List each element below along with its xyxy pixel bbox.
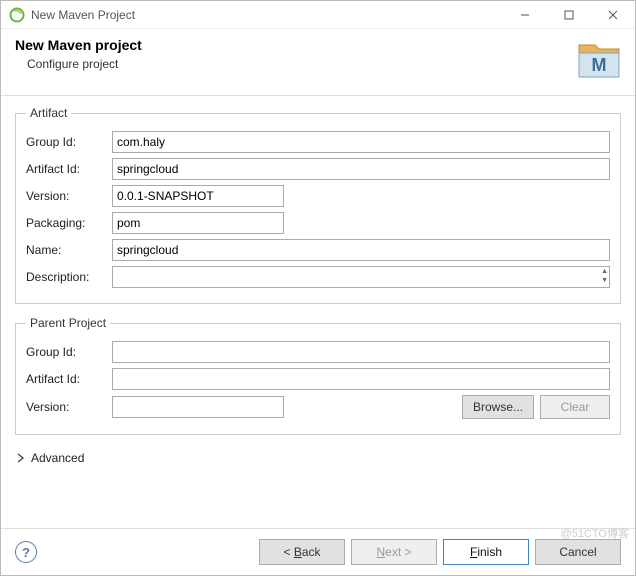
dialog-body: Artifact Group Id: com.haly Artifact Id:… xyxy=(1,95,635,528)
packaging-label: Packaging: xyxy=(26,216,112,230)
artifact-id-field[interactable]: springcloud xyxy=(112,158,610,180)
parent-version-field[interactable] xyxy=(112,396,284,418)
description-field[interactable] xyxy=(112,266,610,288)
packaging-field[interactable]: pom xyxy=(112,212,284,234)
group-id-label: Group Id: xyxy=(26,135,112,149)
back-button[interactable]: < Back xyxy=(259,539,345,565)
maven-wizard-icon xyxy=(9,7,25,23)
clear-button[interactable]: Clear xyxy=(540,395,610,419)
close-button[interactable] xyxy=(591,1,635,29)
titlebar: New Maven Project xyxy=(1,1,635,29)
advanced-expander[interactable]: Advanced xyxy=(15,447,621,471)
dialog-window: New Maven Project New Maven project Conf… xyxy=(0,0,636,576)
minimize-button[interactable] xyxy=(503,1,547,29)
advanced-label: Advanced xyxy=(31,451,84,465)
dialog-footer: ? < Back Next > Finish Cancel @51CTO博客 xyxy=(1,528,635,575)
finish-button[interactable]: Finish xyxy=(443,539,529,565)
page-title: New Maven project xyxy=(15,37,577,53)
chevron-right-icon xyxy=(17,453,25,463)
parent-group-id-label: Group Id: xyxy=(26,345,112,359)
artifact-legend: Artifact xyxy=(26,106,71,120)
description-label: Description: xyxy=(26,270,112,284)
artifact-group: Artifact Group Id: com.haly Artifact Id:… xyxy=(15,106,621,304)
parent-artifact-id-label: Artifact Id: xyxy=(26,372,112,386)
parent-group-id-field[interactable] xyxy=(112,341,610,363)
group-id-field[interactable]: com.haly xyxy=(112,131,610,153)
svg-text:M: M xyxy=(592,55,607,75)
description-stepper[interactable]: ▲▼ xyxy=(601,267,608,285)
name-field[interactable]: springcloud xyxy=(112,239,610,261)
version-label: Version: xyxy=(26,189,112,203)
cancel-button[interactable]: Cancel xyxy=(535,539,621,565)
name-label: Name: xyxy=(26,243,112,257)
next-button[interactable]: Next > xyxy=(351,539,437,565)
parent-legend: Parent Project xyxy=(26,316,110,330)
window-title: New Maven Project xyxy=(31,8,503,22)
help-button[interactable]: ? xyxy=(15,541,37,563)
maximize-button[interactable] xyxy=(547,1,591,29)
parent-project-group: Parent Project Group Id: Artifact Id: Ve… xyxy=(15,316,621,435)
browse-button[interactable]: Browse... xyxy=(462,395,534,419)
page-subtitle: Configure project xyxy=(27,57,577,71)
dialog-header: New Maven project Configure project M xyxy=(1,29,635,95)
artifact-id-label: Artifact Id: xyxy=(26,162,112,176)
parent-artifact-id-field[interactable] xyxy=(112,368,610,390)
version-field[interactable]: 0.0.1-SNAPSHOT xyxy=(112,185,284,207)
watermark-text: @51CTO博客 xyxy=(561,525,629,541)
parent-version-label: Version: xyxy=(26,400,112,414)
folder-m-icon: M xyxy=(577,41,621,81)
